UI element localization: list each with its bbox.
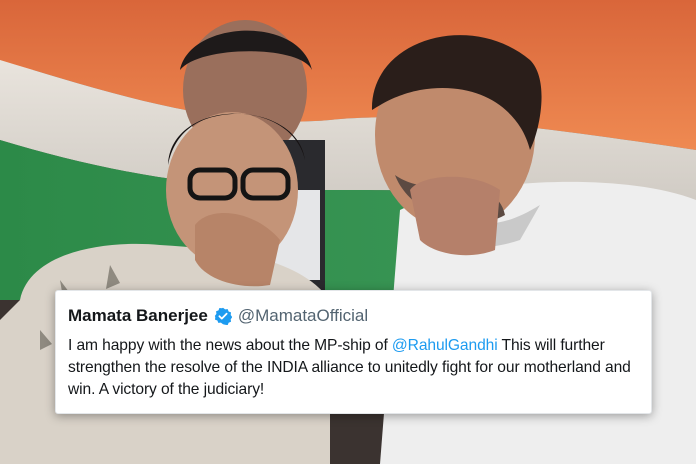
- mention-link[interactable]: @RahulGandhi: [392, 337, 498, 354]
- tweet-text: I am happy with the news about the MP-sh…: [68, 335, 635, 401]
- tweet-card: Mamata Banerjee @MamataOfficial I am hap…: [55, 290, 652, 414]
- author-handle[interactable]: @MamataOfficial: [238, 306, 368, 326]
- tweet-text-part1: I am happy with the news about the MP-sh…: [68, 337, 388, 354]
- author-name[interactable]: Mamata Banerjee: [68, 306, 208, 326]
- verified-badge-icon: [214, 307, 233, 326]
- tweet-header: Mamata Banerjee @MamataOfficial: [68, 305, 635, 327]
